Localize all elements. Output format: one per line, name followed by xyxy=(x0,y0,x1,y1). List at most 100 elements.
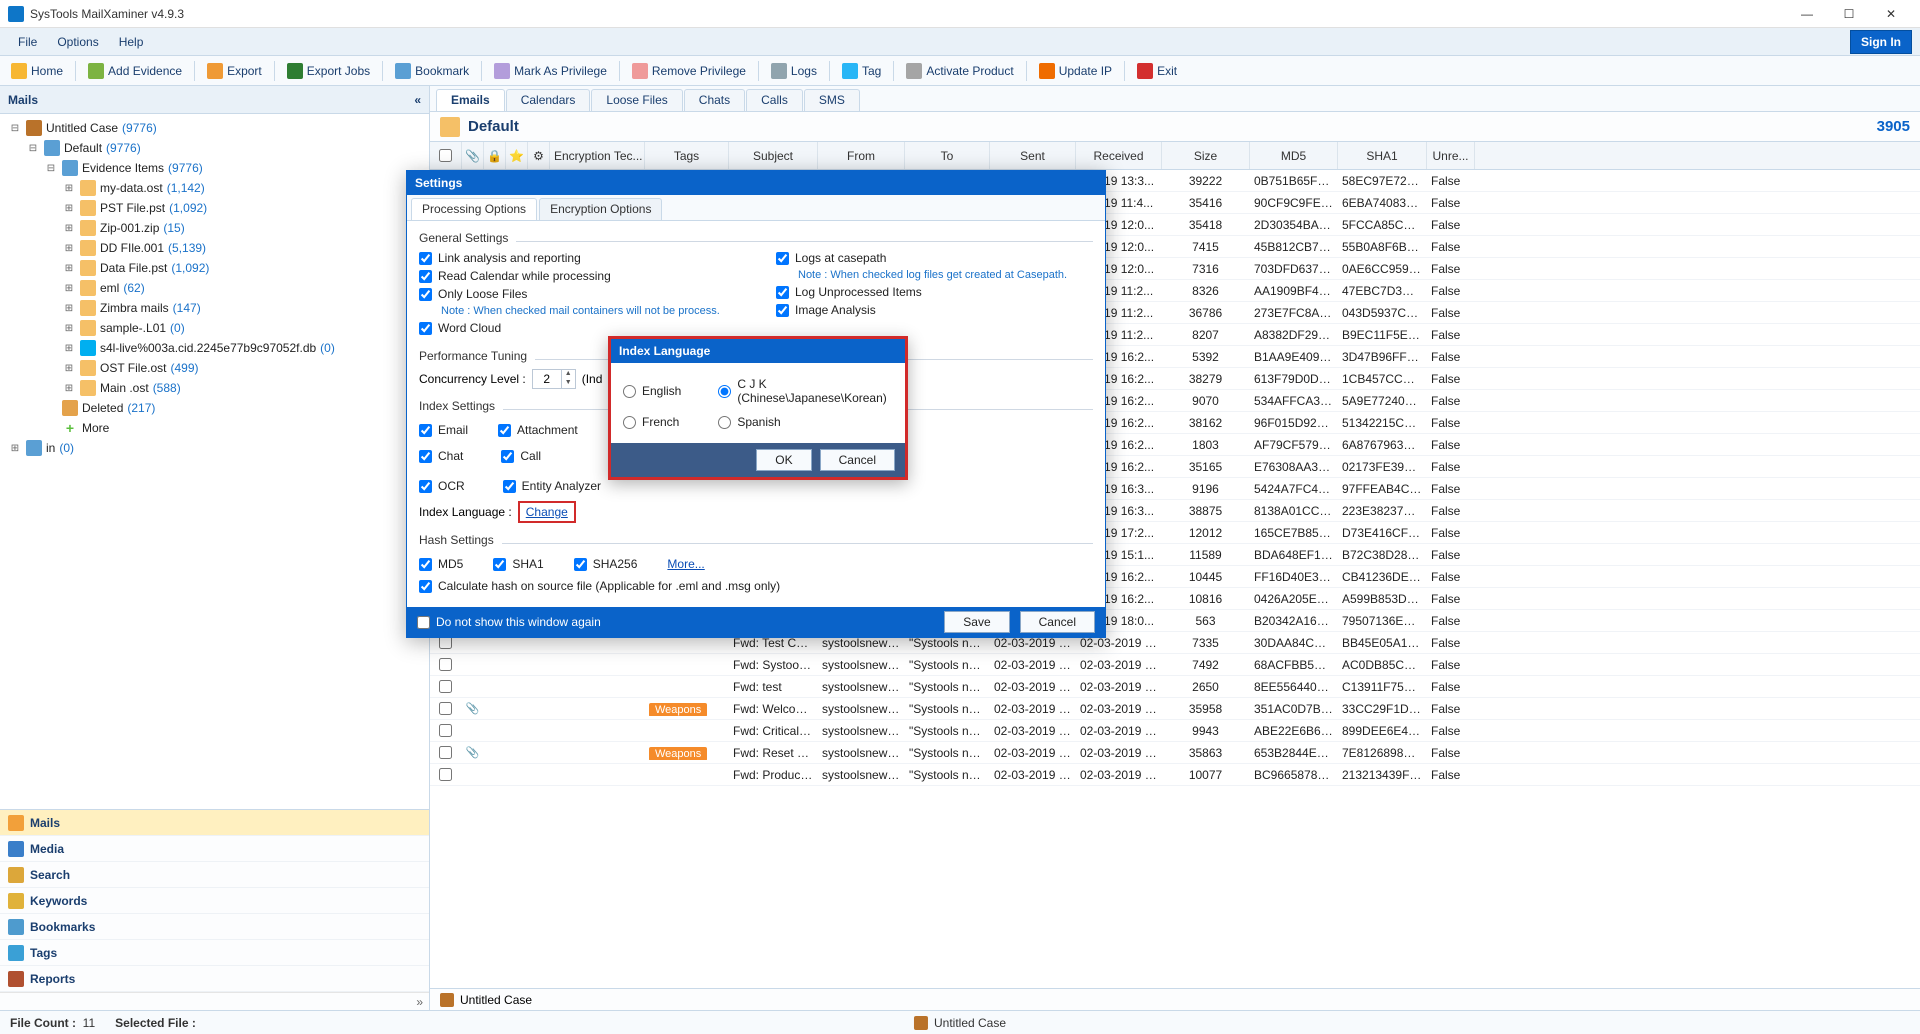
lang-english-radio[interactable] xyxy=(623,385,636,398)
attachment-column-icon[interactable]: 📎 xyxy=(462,142,484,169)
tree-toggle-icon[interactable]: ⊞ xyxy=(62,263,76,274)
sidebar-item-mails[interactable]: Mails xyxy=(0,810,429,836)
col-sha1[interactable]: SHA1 xyxy=(1338,142,1427,169)
sidebar-item-search[interactable]: Search xyxy=(0,862,429,888)
table-row[interactable]: Fwd: Systools, ...systoolsnew@..."Systoo… xyxy=(430,654,1920,676)
table-row[interactable]: Fwd: testsystoolsnew@..."Systools new" .… xyxy=(430,676,1920,698)
index-email-checkbox[interactable] xyxy=(419,424,432,437)
export-jobs-button[interactable]: Export Jobs xyxy=(280,59,377,83)
settings-save-button[interactable]: Save xyxy=(944,611,1009,633)
tree-toggle-icon[interactable]: ⊞ xyxy=(62,303,76,314)
update-ip-button[interactable]: Update IP xyxy=(1032,59,1119,83)
row-checkbox[interactable] xyxy=(439,768,452,781)
spin-down-icon[interactable]: ▼ xyxy=(562,379,575,388)
hash-more-link[interactable]: More... xyxy=(667,557,704,571)
tree-node[interactable]: Deleted(217) xyxy=(0,398,429,418)
tree-node[interactable]: ⊞my-data.ost(1,142) xyxy=(0,178,429,198)
tree-node[interactable]: ⊞eml(62) xyxy=(0,278,429,298)
tree-node[interactable]: ⊞s4l-live%003a.cid.2245e77b9c97052f.db(0… xyxy=(0,338,429,358)
add-evidence-button[interactable]: Add Evidence xyxy=(81,59,189,83)
index-attachment-checkbox[interactable] xyxy=(498,424,511,437)
tree-toggle-icon[interactable]: ⊞ xyxy=(62,283,76,294)
col-received[interactable]: Received xyxy=(1076,142,1162,169)
read-calendar-checkbox[interactable] xyxy=(419,270,432,283)
tree-node[interactable]: ⊟Default(9776) xyxy=(0,138,429,158)
folder-tree[interactable]: ⊟Untitled Case(9776)⊟Default(9776)⊟Evide… xyxy=(0,114,429,809)
concurrency-input[interactable] xyxy=(533,372,561,386)
hash-sha1-checkbox[interactable] xyxy=(493,558,506,571)
col-md5[interactable]: MD5 xyxy=(1250,142,1338,169)
home-button[interactable]: Home xyxy=(4,59,70,83)
sidebar-item-tags[interactable]: Tags xyxy=(0,940,429,966)
select-all-checkbox[interactable] xyxy=(439,149,452,162)
lang-french-radio[interactable] xyxy=(623,416,636,429)
concurrency-spinner[interactable]: ▲▼ xyxy=(532,369,576,389)
bookmark-button[interactable]: Bookmark xyxy=(388,59,476,83)
tree-node[interactable]: ⊞PST File.pst(1,092) xyxy=(0,198,429,218)
lang-cancel-button[interactable]: Cancel xyxy=(820,449,895,471)
table-row[interactable]: Fwd: Product F...systoolsnew@..."Systool… xyxy=(430,764,1920,786)
sidebar-item-bookmarks[interactable]: Bookmarks xyxy=(0,914,429,940)
table-row[interactable]: Fwd: Critical se...systoolsnew@..."Systo… xyxy=(430,720,1920,742)
tree-toggle-icon[interactable]: ⊟ xyxy=(8,123,22,134)
tree-node[interactable]: ⊞Data File.pst(1,092) xyxy=(0,258,429,278)
row-checkbox[interactable] xyxy=(439,658,452,671)
hash-sha256-checkbox[interactable] xyxy=(574,558,587,571)
row-checkbox[interactable] xyxy=(439,724,452,737)
lang-spanish-radio[interactable] xyxy=(718,416,731,429)
col-encryption[interactable]: Encryption Tec... xyxy=(550,142,645,169)
close-button[interactable]: ✕ xyxy=(1870,1,1912,27)
index-chat-checkbox[interactable] xyxy=(419,450,432,463)
tab-calls[interactable]: Calls xyxy=(746,89,803,111)
sidebar-item-keywords[interactable]: Keywords xyxy=(0,888,429,914)
minimize-button[interactable]: — xyxy=(1786,1,1828,27)
lang-cjk-radio[interactable] xyxy=(718,385,731,398)
expand-nav-handle[interactable]: » xyxy=(0,992,429,1010)
link-analysis-checkbox[interactable] xyxy=(419,252,432,265)
tab-calendars[interactable]: Calendars xyxy=(506,89,591,111)
tree-toggle-icon[interactable]: ⊟ xyxy=(44,163,58,174)
tree-toggle-icon[interactable]: ⊞ xyxy=(62,343,76,354)
spin-up-icon[interactable]: ▲ xyxy=(562,370,575,379)
logs-casepath-checkbox[interactable] xyxy=(776,252,789,265)
tab-processing-options[interactable]: Processing Options xyxy=(411,198,537,220)
menu-file[interactable]: File xyxy=(8,31,47,53)
word-cloud-checkbox[interactable] xyxy=(419,322,432,335)
row-checkbox[interactable] xyxy=(439,746,452,759)
lock-column-icon[interactable]: 🔒 xyxy=(484,142,506,169)
tab-emails[interactable]: Emails xyxy=(436,89,505,111)
index-ocr-checkbox[interactable] xyxy=(419,480,432,493)
tree-toggle-icon[interactable]: ⊞ xyxy=(62,383,76,394)
sidebar-item-media[interactable]: Media xyxy=(0,836,429,862)
image-analysis-checkbox[interactable] xyxy=(776,304,789,317)
col-unread[interactable]: Unre... xyxy=(1427,142,1475,169)
tab-encryption-options[interactable]: Encryption Options xyxy=(539,198,662,220)
star-column-icon[interactable]: ⭐ xyxy=(506,142,528,169)
export-button[interactable]: Export xyxy=(200,59,269,83)
mark-privilege-button[interactable]: Mark As Privilege xyxy=(487,59,614,83)
sign-in-button[interactable]: Sign In xyxy=(1850,30,1912,54)
table-row[interactable]: 📎WeaponsFwd: Welcome ...systoolsnew@..."… xyxy=(430,698,1920,720)
maximize-button[interactable]: ☐ xyxy=(1828,1,1870,27)
tree-toggle-icon[interactable]: ⊞ xyxy=(62,183,76,194)
tree-toggle-icon[interactable]: ⊞ xyxy=(62,323,76,334)
dont-show-again-checkbox[interactable] xyxy=(417,616,430,629)
col-sent[interactable]: Sent xyxy=(990,142,1076,169)
tree-node[interactable]: ⊟Untitled Case(9776) xyxy=(0,118,429,138)
col-from[interactable]: From xyxy=(818,142,905,169)
remove-privilege-button[interactable]: Remove Privilege xyxy=(625,59,753,83)
settings-cancel-button[interactable]: Cancel xyxy=(1020,611,1095,633)
tab-sms[interactable]: SMS xyxy=(804,89,860,111)
tree-node[interactable]: ⊞OST File.ost(499) xyxy=(0,358,429,378)
table-row[interactable]: 📎WeaponsFwd: Reset you...systoolsnew@...… xyxy=(430,742,1920,764)
tree-toggle-icon[interactable]: ⊟ xyxy=(26,143,40,154)
row-checkbox[interactable] xyxy=(439,702,452,715)
tree-node[interactable]: +More xyxy=(0,418,429,438)
tree-toggle-icon[interactable]: ⊞ xyxy=(62,223,76,234)
only-loose-checkbox[interactable] xyxy=(419,288,432,301)
tree-toggle-icon[interactable]: ⊞ xyxy=(62,203,76,214)
tree-node[interactable]: ⊞sample-.L01(0) xyxy=(0,318,429,338)
index-entity-checkbox[interactable] xyxy=(503,480,516,493)
hash-md5-checkbox[interactable] xyxy=(419,558,432,571)
col-to[interactable]: To xyxy=(905,142,990,169)
